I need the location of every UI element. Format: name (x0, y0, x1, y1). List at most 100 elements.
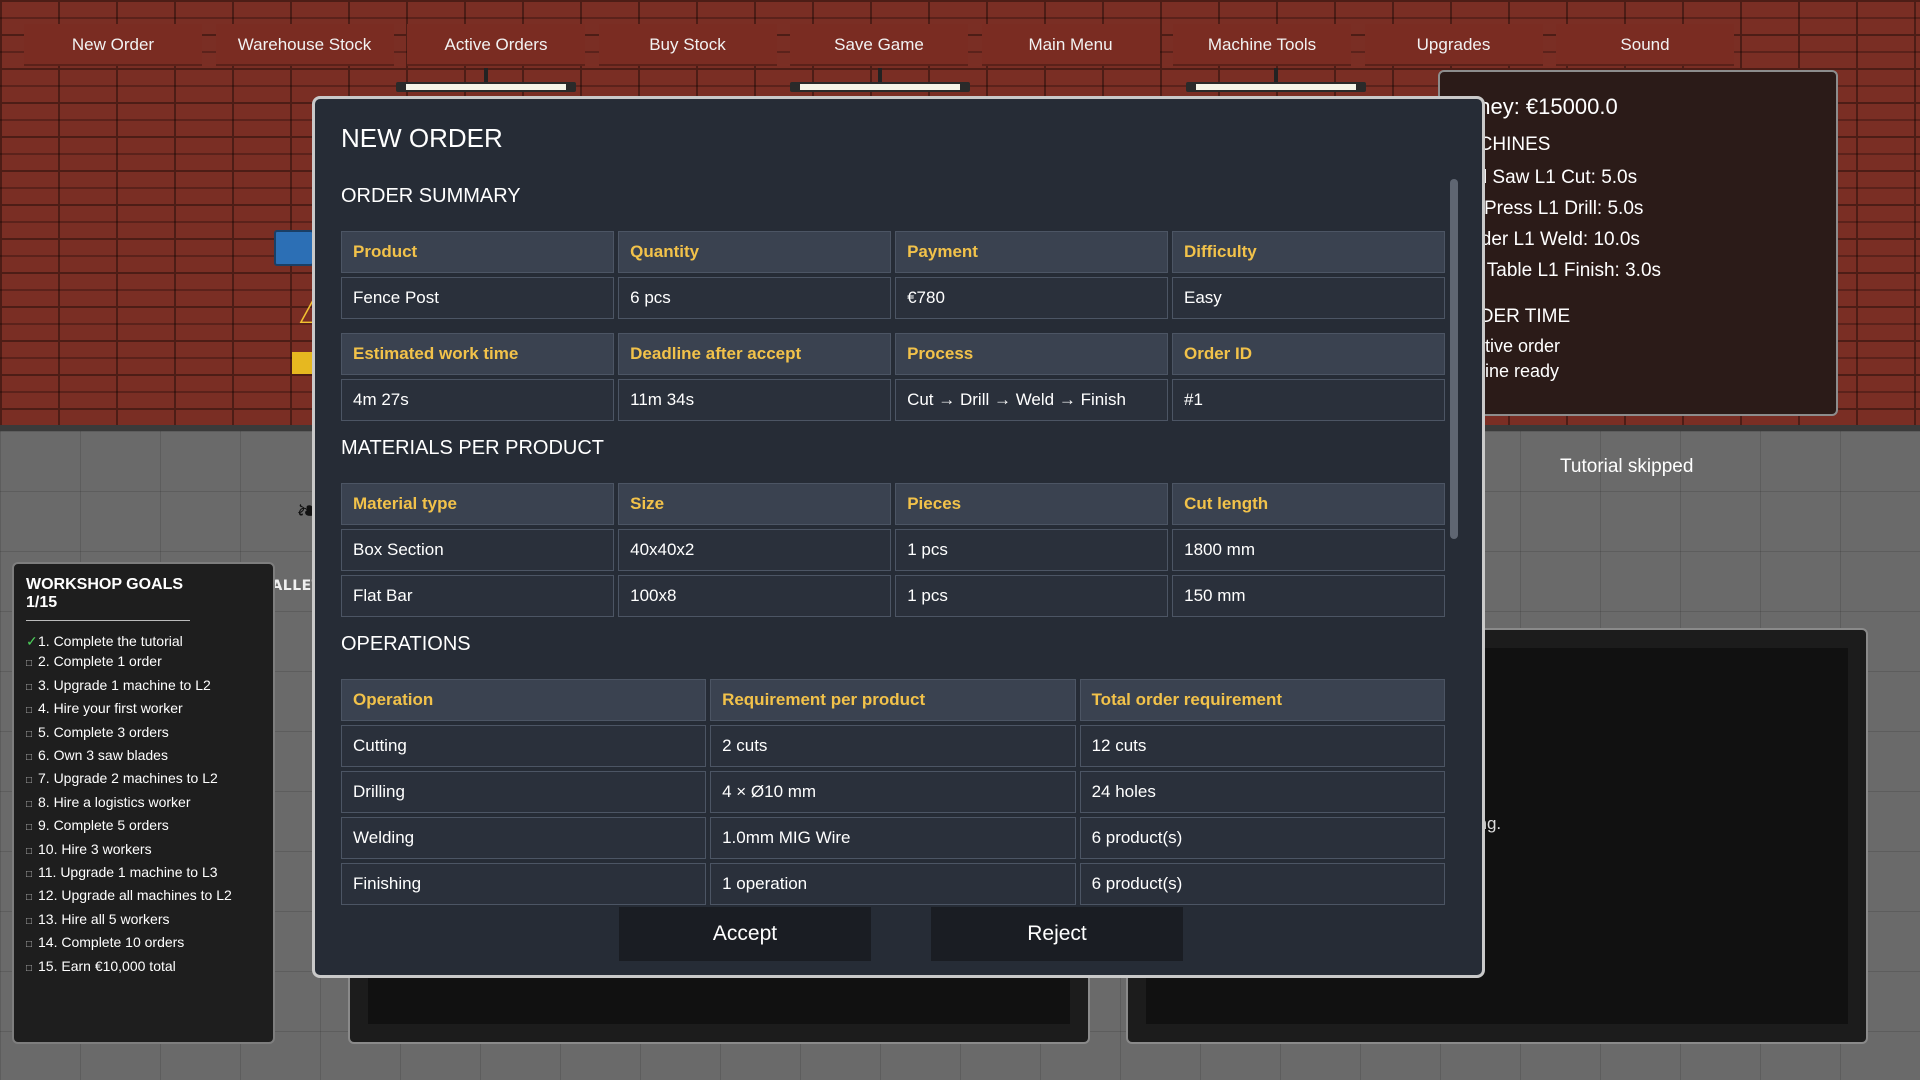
goal-text: 3. Upgrade 1 machine to L2 (38, 676, 211, 693)
menu-button-active-orders[interactable]: Active Orders (407, 24, 585, 66)
materials-cell: Flat Bar (341, 575, 615, 617)
checkbox-empty-icon: □ (26, 892, 33, 904)
wall-sign (274, 230, 314, 266)
checkbox-empty-icon: □ (26, 798, 33, 810)
goal-item: □ 11. Upgrade 1 machine to L3 (26, 862, 261, 885)
menu-button-save-game[interactable]: Save Game (790, 24, 968, 66)
modal-scroll-area[interactable]: ORDER SUMMARY Product Quantity Payment Diff… (341, 183, 1449, 979)
accept-button[interactable]: Accept (619, 907, 871, 961)
summary-value-cell: #1 (1172, 379, 1445, 421)
summary-value-cell: 6 pcs (618, 277, 892, 319)
order-time-line: active order (1466, 336, 1561, 356)
order-summary-table: Product Quantity Payment Difficulty Fence Po… (341, 227, 1449, 425)
menu-button-main-menu[interactable]: Main Menu (981, 24, 1160, 66)
checkmark-icon: ✓ (26, 633, 38, 649)
summary-header-cell: Process (895, 333, 1168, 375)
goal-text: 13. Hire all 5 workers (38, 910, 170, 927)
machine-row: nd Saw L1 Cut: 5.0s (1466, 167, 1638, 188)
goal-item: □ 10. Hire 3 workers (26, 839, 261, 862)
goal-text: 5. Complete 3 orders (38, 723, 169, 740)
stats-panel: oney: €15000.0 ACHINES nd Saw L1 Cut: 5.… (1438, 70, 1838, 416)
goal-text: 4. Hire your first worker (38, 700, 183, 717)
modal-footer: Accept Reject (315, 907, 1482, 977)
checkbox-empty-icon: □ (26, 962, 33, 974)
materials-header-cell: Cut length (1172, 483, 1445, 525)
checkbox-empty-icon: □ (26, 869, 33, 881)
goal-item: □ 6. Own 3 saw blades (26, 745, 261, 768)
summary-header-cell: Payment (895, 231, 1168, 273)
modal-scrollbar[interactable] (1450, 179, 1458, 879)
goal-text: 15. Earn €10,000 total (38, 957, 176, 974)
materials-cell: 150 mm (1172, 575, 1445, 617)
operations-cell: 12 cuts (1079, 725, 1445, 767)
ceiling-lamp (1186, 68, 1366, 96)
workshop-goals-panel: WORKSHOP GOALS 1/15 ✓1. Complete the tut… (12, 562, 275, 1044)
checkbox-empty-icon: □ (26, 845, 33, 857)
summary-header-cell: Quantity (618, 231, 892, 273)
summary-header-cell: Estimated work time (341, 333, 615, 375)
operations-cell: 2 cuts (710, 725, 1076, 767)
new-order-modal: NEW ORDER ORDER SUMMARY Product Quantity P… (312, 96, 1485, 978)
summary-value-cell: Easy (1172, 277, 1445, 319)
money-display: oney: €15000.0 (1466, 94, 1618, 119)
menu-button-new-order[interactable]: New Order (24, 24, 202, 66)
summary-header-row: Estimated work time Deadline after accept… (341, 333, 1445, 375)
summary-value-row: 4m 27s 11m 34s Cut → Drill → Weld → Finish… (341, 379, 1445, 421)
tutorial-status: Tutorial skipped (1560, 456, 1694, 477)
table-row: Box Section 40x40x2 1 pcs 1800 mm (341, 529, 1445, 571)
materials-cell: 100x8 (618, 575, 892, 617)
checkbox-empty-icon: □ (26, 705, 33, 717)
checkbox-empty-icon: □ (26, 728, 33, 740)
goal-text: 8. Hire a logistics worker (38, 793, 191, 810)
summary-value-cell: 11m 34s (618, 379, 892, 421)
table-row: Finishing 1 operation 6 product(s) (341, 863, 1445, 905)
checkbox-empty-icon: □ (26, 939, 33, 951)
summary-value-cell: 4m 27s (341, 379, 615, 421)
menu-button-sound[interactable]: Sound (1556, 24, 1734, 66)
materials-header-cell: Pieces (895, 483, 1169, 525)
summary-header-row: Product Quantity Payment Difficulty (341, 231, 1445, 273)
goal-item: □ 8. Hire a logistics worker (26, 792, 261, 815)
goal-item: □ 12. Upgrade all machines to L2 (26, 885, 261, 908)
goal-item: □ 3. Upgrade 1 machine to L2 (26, 675, 261, 698)
materials-cell: 1 pcs (895, 529, 1169, 571)
ceiling-lamp (790, 68, 970, 96)
top-menu: New Order Warehouse Stock Active Orders Buy… (24, 24, 1744, 66)
summary-spacer (341, 323, 1445, 329)
summary-value-cell: €780 (895, 277, 1168, 319)
table-row: Drilling 4 × Ø10 mm 24 holes (341, 771, 1445, 813)
table-row: Flat Bar 100x8 1 pcs 150 mm (341, 575, 1445, 617)
menu-button-upgrades[interactable]: Upgrades (1364, 24, 1543, 66)
goal-item: □ 7. Upgrade 2 machines to L2 (26, 768, 261, 791)
materials-cell: Box Section (341, 529, 615, 571)
operations-cell: 6 product(s) (1079, 817, 1445, 859)
menu-button-machine-tools[interactable]: Machine Tools (1173, 24, 1351, 66)
scrollbar-thumb[interactable] (1450, 179, 1458, 539)
goal-text: 7. Upgrade 2 machines to L2 (38, 770, 218, 787)
operations-title: OPERATIONS (341, 633, 471, 655)
operations-cell: Cutting (341, 725, 707, 767)
operations-header-cell: Requirement per product (710, 679, 1076, 721)
operations-cell: Welding (341, 817, 707, 859)
menu-button-warehouse-stock[interactable]: Warehouse Stock (215, 24, 394, 66)
summary-header-cell: Product (341, 231, 615, 273)
goal-text: 11. Upgrade 1 machine to L3 (38, 864, 218, 881)
summary-value-cell: Cut → Drill → Weld → Finish (895, 379, 1168, 421)
reject-button[interactable]: Reject (931, 907, 1183, 961)
operations-cell: 1 operation (710, 863, 1076, 905)
menu-button-buy-stock[interactable]: Buy Stock (598, 24, 777, 66)
operations-cell: Finishing (341, 863, 707, 905)
table-row: Cutting 2 cuts 12 cuts (341, 725, 1445, 767)
operations-cell: 1.0mm MIG Wire (710, 817, 1076, 859)
yellow-fixture (292, 352, 314, 374)
goals-title: WORKSHOP GOALS 1/15 (26, 576, 190, 621)
goal-item: □ 9. Complete 5 orders (26, 815, 261, 838)
operations-header-cell: Total order requirement (1079, 679, 1445, 721)
goal-text: 2. Complete 1 order (38, 653, 162, 670)
goal-text: 6. Own 3 saw blades (38, 747, 168, 764)
table-row: Welding 1.0mm MIG Wire 6 product(s) (341, 817, 1445, 859)
goal-item: □ 13. Hire all 5 workers (26, 909, 261, 932)
order-summary-title: ORDER SUMMARY (341, 185, 521, 207)
materials-cell: 40x40x2 (618, 529, 892, 571)
checkbox-empty-icon: □ (26, 658, 33, 670)
